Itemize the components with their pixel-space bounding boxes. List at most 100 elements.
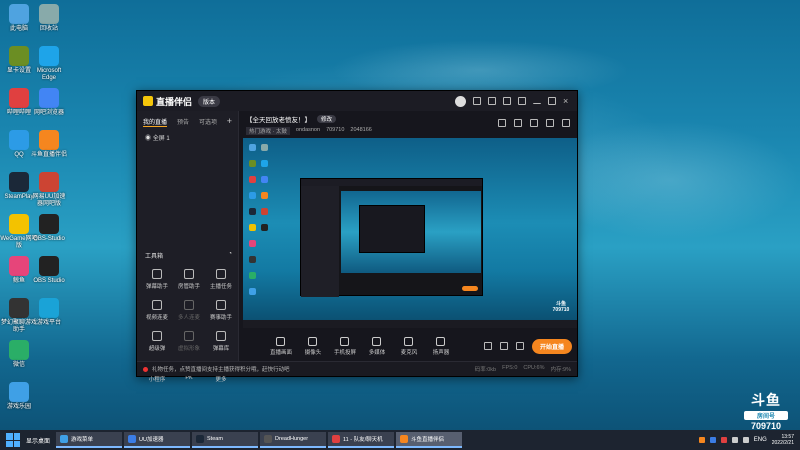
source-label: 扬声器 <box>432 349 450 356</box>
tray-app-icon[interactable] <box>720 437 727 443</box>
clock-date: 2022/2/21 <box>771 440 794 446</box>
version-badge[interactable]: 版本 <box>198 95 221 107</box>
app-icon <box>39 46 59 66</box>
preview-watermark-room: 709710 <box>552 307 570 313</box>
close-icon[interactable]: × <box>563 97 571 106</box>
bell-icon[interactable] <box>488 97 496 105</box>
skin-icon[interactable] <box>503 97 511 105</box>
source-button[interactable]: 麦克风 <box>396 336 422 356</box>
tab-options[interactable]: 可选项 <box>199 117 217 127</box>
window-titlebar[interactable]: 直播伴侣 版本 × <box>137 91 577 111</box>
edit-room-button[interactable]: 修改 <box>317 115 337 123</box>
settings-icon[interactable] <box>518 97 526 105</box>
tool-label: 主播任务 <box>209 284 232 290</box>
tool-item[interactable]: 赛事助手 <box>205 300 237 321</box>
preview-douyu-watermark: 斗鱼 709710 <box>551 300 571 318</box>
source-button[interactable]: 手机投屏 <box>332 336 358 356</box>
desktop-icon[interactable]: OBS-Studio <box>30 214 68 243</box>
source-icon <box>436 336 446 346</box>
desktop-icon[interactable]: 回收站 <box>30 4 68 33</box>
tool-icon <box>184 300 194 310</box>
desktop-icon[interactable]: 斗鱼直播伴侣 <box>30 130 68 159</box>
taskbar-item[interactable]: DreadHunger <box>260 432 327 448</box>
tool-item[interactable]: 虚拟形象 <box>173 331 205 352</box>
desktop-icon[interactable]: 网吧浏览器 <box>30 88 68 117</box>
tab-preview[interactable]: 预告 <box>177 117 189 127</box>
screen-icon[interactable] <box>530 119 538 127</box>
tool-item[interactable]: 视频连麦 <box>141 300 173 321</box>
stat-item: 码率:0kb <box>474 367 497 373</box>
desktop-icon[interactable]: 游戏乐园 <box>0 382 38 411</box>
add-scene-button[interactable]: + <box>227 116 232 126</box>
tray-app-icon[interactable] <box>698 437 705 443</box>
desktop-icon[interactable]: 游戏平台 <box>30 298 68 327</box>
settings-icon[interactable] <box>515 342 524 350</box>
taskbar-item-label: 游戏菜单 <box>71 437 94 443</box>
network-icon[interactable] <box>731 437 738 443</box>
desktop-icon[interactable]: 网易UU加速器网吧版 <box>30 172 68 208</box>
message-icon[interactable] <box>473 97 481 105</box>
taskbar-item[interactable]: UU加速器 <box>124 432 191 448</box>
room-hot: 2048166 <box>350 127 372 133</box>
input-language[interactable]: ENG <box>754 437 767 443</box>
tool-icon <box>152 269 162 279</box>
tray-app-icon[interactable] <box>709 437 716 443</box>
lock-icon[interactable] <box>514 119 522 127</box>
system-tray: ENG 13:57 2022/2/21 <box>698 434 800 446</box>
tool-item[interactable]: 弹幕库 <box>205 331 237 352</box>
live-preview[interactable]: 斗鱼 709710 <box>243 138 577 328</box>
room-category[interactable]: 热门游戏 · 太鼓 <box>246 127 290 135</box>
source-button[interactable]: 摄像头 <box>300 336 326 356</box>
taskbar-item[interactable]: Steam <box>192 432 259 448</box>
maximize-icon[interactable] <box>548 97 556 105</box>
tab-my-live[interactable]: 我的直播 <box>143 117 168 127</box>
tool-label: 赛事助手 <box>209 315 232 321</box>
taskbar-item[interactable]: 游戏菜单 <box>56 432 123 448</box>
taskbar-item[interactable]: 11 - 队友/聊天机 <box>328 432 395 448</box>
tool-label: 弹幕库 <box>212 346 230 352</box>
toolbox-settings-icon[interactable]: ◔ <box>228 251 232 260</box>
tool-icon <box>152 331 162 341</box>
gift-icon[interactable] <box>498 119 506 127</box>
tool-icon <box>184 269 194 279</box>
tool-item[interactable]: 房管助手 <box>173 269 205 290</box>
sound-icon[interactable] <box>499 342 508 350</box>
bell-icon[interactable] <box>546 119 554 127</box>
start-live-button[interactable]: 开始直播 <box>531 338 572 354</box>
show-desktop-label[interactable]: 显示桌面 <box>26 436 50 445</box>
windows-start-icon[interactable] <box>6 433 20 447</box>
tool-label: 视频连麦 <box>145 315 168 321</box>
desktop-icon-label: OBS Studio <box>33 278 65 284</box>
app-icon <box>39 214 59 234</box>
preview-desktop-icon <box>249 160 256 167</box>
app-icon <box>9 298 29 318</box>
tool-label: 房管助手 <box>177 284 200 290</box>
app-icon <box>39 256 59 276</box>
desktop-icon[interactable]: 微信 <box>0 340 38 369</box>
status-text[interactable]: 礼物任务，点赞直播间支持主播获得积分哦，赶快行动吧 <box>152 365 290 373</box>
source-button[interactable]: 直播画面 <box>268 336 294 356</box>
tool-item[interactable]: 多人连麦 <box>173 300 205 321</box>
tool-item[interactable]: 超级弹 <box>141 331 173 352</box>
clock[interactable]: 13:57 2022/2/21 <box>772 434 794 446</box>
tool-item[interactable]: 弹幕助手 <box>141 269 173 290</box>
app-icon <box>39 298 59 318</box>
source-button[interactable]: 扬声器 <box>428 336 454 356</box>
desktop-icon-label: 斗鱼直播伴侣 <box>30 152 67 158</box>
volume-icon[interactable] <box>742 437 749 443</box>
eye-icon[interactable]: ◉ <box>145 136 151 142</box>
minimize-icon[interactable] <box>533 99 541 104</box>
taskbar-item-label: Steam <box>207 436 223 442</box>
taskbar-item[interactable]: 斗鱼直播伴侣 <box>396 432 463 448</box>
windows-taskbar: 显示桌面 游戏菜单 UU加速器 Steam DreadHunger 11 - 队友/聊天… <box>0 430 800 450</box>
desktop-icon[interactable]: OBS Studio <box>30 256 68 285</box>
tool-item[interactable]: 主播任务 <box>205 269 237 290</box>
record-icon[interactable] <box>483 342 492 350</box>
desktop-icon[interactable]: Microsoft Edge <box>30 46 68 82</box>
douyu-watermark: 斗鱼 房间号 709710 <box>744 390 788 431</box>
share-icon[interactable] <box>562 119 570 127</box>
scene-item[interactable]: ◉ 全屏 1 <box>137 131 238 144</box>
preview-desktop-icon <box>249 208 256 215</box>
user-avatar[interactable] <box>455 95 466 107</box>
source-button[interactable]: 多媒体 <box>364 336 390 356</box>
